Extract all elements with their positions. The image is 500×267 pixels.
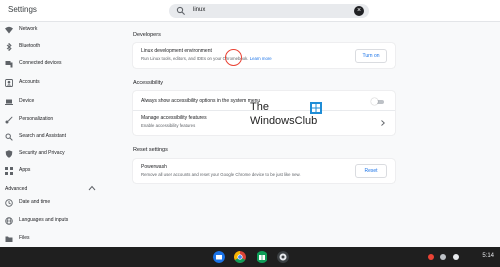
section-title-developers: Developers bbox=[133, 32, 161, 38]
sidebar-item-languages-and-inputs[interactable]: Languages and inputs bbox=[0, 213, 112, 229]
reset-card: Powerwash Remove all user accounts and r… bbox=[133, 159, 395, 183]
chevron-up-icon[interactable] bbox=[88, 185, 96, 191]
brush-icon bbox=[5, 116, 13, 124]
watermark: The WindowsClub bbox=[250, 101, 330, 137]
sidebar-item-bluetooth[interactable]: Bluetooth bbox=[0, 39, 112, 55]
sidebar-item-label: Search and Assistant bbox=[19, 133, 66, 139]
developers-card: Linux development environment Run Linux … bbox=[133, 43, 395, 68]
section-title-reset: Reset settings bbox=[133, 147, 168, 153]
sidebar-item-date-and-time[interactable]: Date and time bbox=[0, 195, 112, 211]
accessibility-menu-toggle[interactable] bbox=[371, 98, 384, 105]
turn-on-button[interactable]: Turn on bbox=[355, 49, 387, 63]
folder-icon bbox=[5, 236, 13, 242]
sidebar-item-apps[interactable]: Apps bbox=[0, 163, 112, 179]
sidebar-advanced-toggle[interactable]: Advanced bbox=[5, 186, 27, 192]
sidebar-item-files[interactable]: Files bbox=[0, 231, 112, 247]
powerwash-title: Powerwash bbox=[141, 164, 167, 170]
search-input[interactable]: linux bbox=[193, 7, 205, 13]
manage-accessibility-title[interactable]: Manage accessibility features bbox=[141, 115, 207, 121]
watermark-line-2: WindowsClub bbox=[250, 115, 318, 127]
connected-devices-icon bbox=[5, 61, 13, 68]
reset-button[interactable]: Reset bbox=[355, 164, 387, 178]
sidebar-item-label: Device bbox=[19, 98, 35, 104]
manage-accessibility-description: Enable accessibility features bbox=[141, 123, 196, 128]
sidebar-item-search-and-assistant[interactable]: Search and Assistant bbox=[0, 129, 112, 145]
toggle-knob bbox=[371, 98, 378, 105]
sidebar-item-label: Personalization bbox=[19, 116, 54, 122]
sidebar-item-label: Network bbox=[19, 26, 38, 32]
sheets-app-icon[interactable] bbox=[256, 251, 268, 263]
sidebar-item-personalization[interactable]: Personalization bbox=[0, 112, 112, 128]
settings-gear-icon[interactable] bbox=[277, 251, 289, 263]
files-app-icon[interactable] bbox=[213, 251, 225, 263]
shield-icon bbox=[5, 150, 13, 158]
search-box[interactable]: linux × bbox=[169, 4, 369, 18]
sidebar-item-label: Connected devices bbox=[19, 60, 62, 66]
sidebar-item-label: Security and Privacy bbox=[19, 150, 65, 156]
clock-icon bbox=[5, 199, 13, 207]
sidebar-item-label: Apps bbox=[19, 167, 31, 173]
accessibility-menu-toggle-label: Always show accessibility options in the… bbox=[141, 98, 261, 104]
learn-more-link[interactable]: Learn more bbox=[250, 56, 272, 61]
apps-grid-icon bbox=[5, 167, 13, 175]
globe-icon bbox=[5, 217, 13, 225]
wifi-status-icon[interactable] bbox=[453, 254, 459, 260]
watermark-logo-icon bbox=[310, 102, 322, 114]
section-title-accessibility: Accessibility bbox=[133, 80, 163, 86]
search-icon bbox=[5, 133, 13, 141]
search-icon bbox=[176, 6, 185, 15]
sidebar-item-accounts[interactable]: Accounts bbox=[0, 75, 112, 91]
recording-icon[interactable] bbox=[428, 254, 434, 260]
sidebar-item-label: Date and time bbox=[19, 199, 51, 205]
watermark-line-1: The bbox=[250, 101, 269, 113]
powerwash-description: Remove all user accounts and reset your … bbox=[141, 172, 301, 177]
sidebar-item-label: Bluetooth bbox=[19, 43, 41, 49]
top-bar: Settings linux × bbox=[0, 0, 500, 22]
laptop-icon bbox=[5, 99, 13, 105]
sidebar-item-security-and-privacy[interactable]: Security and Privacy bbox=[0, 146, 112, 162]
linux-env-description: Run Linux tools, editors, and IDEs on yo… bbox=[141, 56, 272, 61]
shelf: 5:14 bbox=[0, 247, 500, 267]
bluetooth-icon bbox=[6, 43, 12, 51]
sidebar-item-label: Files bbox=[19, 235, 30, 241]
chrome-icon[interactable] bbox=[234, 251, 246, 263]
sidebar: Network Bluetooth Connected devices Acco… bbox=[0, 22, 112, 247]
account-icon bbox=[5, 79, 13, 87]
sidebar-item-label: Accounts bbox=[19, 79, 40, 85]
chevron-right-icon[interactable] bbox=[381, 120, 385, 126]
clear-search-icon[interactable]: × bbox=[354, 6, 364, 16]
highlight-circle bbox=[225, 49, 242, 66]
wifi-icon bbox=[5, 26, 13, 34]
sidebar-item-network[interactable]: Network bbox=[0, 22, 112, 38]
notification-icon[interactable] bbox=[440, 254, 446, 260]
tray-time[interactable]: 5:14 bbox=[482, 253, 494, 259]
sidebar-item-device[interactable]: Device bbox=[0, 94, 112, 110]
sidebar-item-label: Languages and inputs bbox=[19, 217, 69, 223]
linux-env-title: Linux development environment bbox=[141, 48, 212, 54]
app-title: Settings bbox=[8, 5, 37, 14]
sidebar-item-connected-devices[interactable]: Connected devices bbox=[0, 56, 112, 72]
